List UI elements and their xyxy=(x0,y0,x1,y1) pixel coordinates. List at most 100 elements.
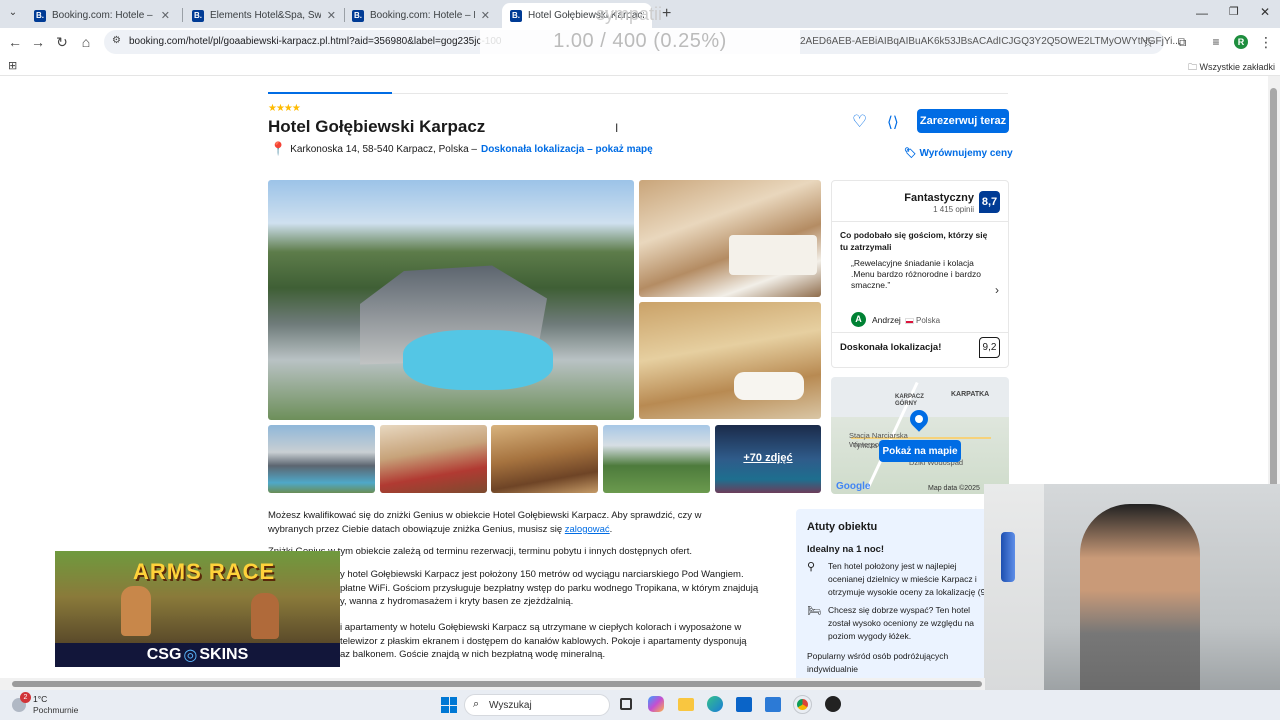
forward-icon[interactable]: → xyxy=(28,32,48,52)
reload-icon[interactable]: ↻ xyxy=(52,32,72,52)
map-credit: Map data ©2025 xyxy=(928,485,980,492)
file-explorer-icon[interactable] xyxy=(678,698,694,711)
thumb-suite-room[interactable] xyxy=(491,425,598,493)
close-tab-icon[interactable]: ✕ xyxy=(481,9,490,22)
profile-avatar[interactable]: R xyxy=(1234,35,1248,49)
price-match-label: Wyrównujemy ceny xyxy=(919,148,1013,159)
thumb-pool-more-photos[interactable]: +70 zdjęć xyxy=(715,425,821,493)
ad-footer: CSG ◎ SKINS xyxy=(55,643,340,667)
desc-line: płatne WiFi. Gościom przysługuje bezpłat… xyxy=(340,583,759,594)
store-icon[interactable] xyxy=(765,697,781,712)
ideal-for-one-night: Idealny na 1 noc! xyxy=(807,544,885,555)
review-count: 1 415 opinii xyxy=(933,205,974,214)
stream-overlay-counter: 1.00 / 400 (0.25%) xyxy=(480,28,800,54)
ad-brand: CSG xyxy=(146,646,182,663)
app-icon[interactable] xyxy=(825,696,841,712)
all-bookmarks-button[interactable]: 🗀 Wszystkie zakładki xyxy=(1188,60,1275,76)
map-label-tymczasowy: Tymcza xyxy=(853,443,878,450)
new-tab-button[interactable]: + xyxy=(662,5,671,23)
streamer-webcam xyxy=(984,484,1280,720)
bookmark-star-icon[interactable]: ☆ xyxy=(1138,32,1158,52)
thumb-garden-exterior[interactable] xyxy=(603,425,710,493)
maximize-button[interactable]: ❐ xyxy=(1229,5,1239,18)
windows-start-icon[interactable] xyxy=(441,697,457,713)
edge-icon[interactable] xyxy=(707,696,723,712)
taskbar-search[interactable]: ⌕ Wyszukaj xyxy=(464,694,610,716)
weather-widget[interactable]: 2 1°C Pochmurnie xyxy=(12,692,102,717)
photo-bathroom[interactable] xyxy=(639,302,821,419)
highlight-beds: Chcesz się dobrze wyspać? Ten hotel zost… xyxy=(828,605,974,641)
highlight-location: Ten hotel położony jest w najlepiej ocen… xyxy=(828,561,986,597)
ad-brand-2: SKINS xyxy=(199,646,249,663)
desc-line: i apartamenty w hotelu Gołębiewski Karpa… xyxy=(340,622,742,633)
apps-grid-icon[interactable]: ⊞ xyxy=(8,59,17,72)
task-view-icon[interactable] xyxy=(620,698,632,710)
menu-kebab-icon[interactable]: ⋮ xyxy=(1256,32,1276,52)
main-photo-aerial-resort[interactable] xyxy=(268,180,634,420)
booking-favicon-icon: B. xyxy=(352,9,364,22)
tab-title: Booking.com: Hotele – Karpacz xyxy=(370,10,475,21)
location-label: Doskonała lokalizacja! xyxy=(840,342,942,353)
reserve-now-button[interactable]: Zarezerwuj teraz xyxy=(917,109,1009,133)
outlook-icon[interactable] xyxy=(736,697,752,712)
highlight-popular: Popularny wśród osób podróżujących indyw… xyxy=(807,651,949,674)
close-window-button[interactable]: ✕ xyxy=(1260,5,1270,19)
poland-flag-icon xyxy=(905,318,914,324)
folder-icon: 🗀 xyxy=(1188,62,1198,72)
next-review-chevron-icon[interactable]: › xyxy=(995,283,999,297)
booking-favicon-icon: B. xyxy=(192,9,204,22)
thumb-restaurant[interactable] xyxy=(380,425,487,493)
address-line: 📍 Karkonoska 14, 58-540 Karpacz, Polska … xyxy=(270,141,653,157)
card-divider xyxy=(832,332,1008,333)
highlights-title: Atuty obiektu xyxy=(807,521,878,533)
desc-line: telewizor z płaskim ekranem i dostępem d… xyxy=(340,636,747,647)
media-control-icon[interactable]: ≡ xyxy=(1206,32,1226,52)
chrome-icon[interactable] xyxy=(793,695,812,714)
thumb-resort-exterior[interactable] xyxy=(268,425,375,493)
review-quote: „Rewelacyjne śniadanie i kolacja .Menu b… xyxy=(851,258,981,290)
location-pin-icon: ⚲ xyxy=(807,561,816,573)
show-map-link[interactable]: Doskonała lokalizacja – pokaż mapę xyxy=(481,144,653,155)
weather-desc: Pochmurnie xyxy=(33,705,79,715)
login-link[interactable]: zalogować xyxy=(565,524,610,535)
more-photos-label: +70 zdjęć xyxy=(743,452,793,464)
copilot-icon[interactable] xyxy=(648,696,664,712)
desc-line: az balkonem. Goście znajdą w nich bezpła… xyxy=(340,649,606,660)
price-match-link[interactable]: 🏷 Wyrównujemy ceny xyxy=(904,148,1013,159)
map-label-karpacz: KARPACZ GÓRNY xyxy=(895,394,924,407)
back-icon[interactable]: ← xyxy=(5,32,25,52)
site-info-icon[interactable]: ⚙ xyxy=(112,35,121,46)
tab-2[interactable]: B. Elements Hotel&Spa, Świeradó ✕ xyxy=(184,3,344,28)
save-heart-icon[interactable]: ♡ xyxy=(852,112,867,132)
bookmarks-bar: ⊞ 🗀 Wszystkie zakładki xyxy=(0,56,1280,76)
tab-title: Booking.com: Hotele – Świerad xyxy=(52,10,155,21)
close-tab-icon[interactable]: ✕ xyxy=(161,9,170,22)
all-bookmarks-label: Wszystkie zakładki xyxy=(1199,62,1276,72)
map-preview[interactable]: KARPATKA KARPACZ GÓRNY Stacja Narciarska… xyxy=(831,377,1009,494)
booking-favicon-icon: B. xyxy=(34,9,46,22)
photo-hotel-room-beds[interactable] xyxy=(639,180,821,297)
bed-icon: 🛏 xyxy=(807,605,821,617)
extensions-icon[interactable]: ⧉ xyxy=(1172,32,1192,52)
tab-1[interactable]: B. Booking.com: Hotele – Świerad ✕ xyxy=(26,3,178,28)
horizontal-scrollbar[interactable] xyxy=(0,678,985,690)
tab-list-chevron-icon[interactable]: ⌄ xyxy=(6,7,20,21)
ad-character-figure xyxy=(121,586,151,636)
score-badge[interactable]: 8,7 xyxy=(979,191,1000,213)
minimize-button[interactable]: — xyxy=(1196,6,1208,20)
tab-title: Elements Hotel&Spa, Świeradó xyxy=(210,10,321,21)
streamer-figure xyxy=(1080,504,1200,720)
share-icon[interactable]: ⟨⟩ xyxy=(887,113,899,131)
csgo-skins-ad-overlay[interactable]: ARMS RACE CSG ◎ SKINS xyxy=(55,551,340,667)
close-tab-icon[interactable]: ✕ xyxy=(327,9,336,22)
home-icon[interactable]: ⌂ xyxy=(76,32,96,52)
tab-3[interactable]: B. Booking.com: Hotele – Karpacz ✕ xyxy=(344,3,498,28)
property-highlights: Atuty obiektu Idealny na 1 noc! ⚲ Ten ho… xyxy=(796,509,996,678)
show-on-map-button[interactable]: Pokaż na mapie xyxy=(879,440,961,462)
card-divider xyxy=(832,221,1008,222)
location-pin-icon: 📍 xyxy=(270,141,287,156)
ad-title: ARMS RACE xyxy=(133,559,276,584)
url-text: booking.com/hotel/pl/goaabiewski-karpacz… xyxy=(129,36,502,47)
text-cursor-icon: I xyxy=(615,121,619,135)
target-icon: ◎ xyxy=(183,647,198,664)
